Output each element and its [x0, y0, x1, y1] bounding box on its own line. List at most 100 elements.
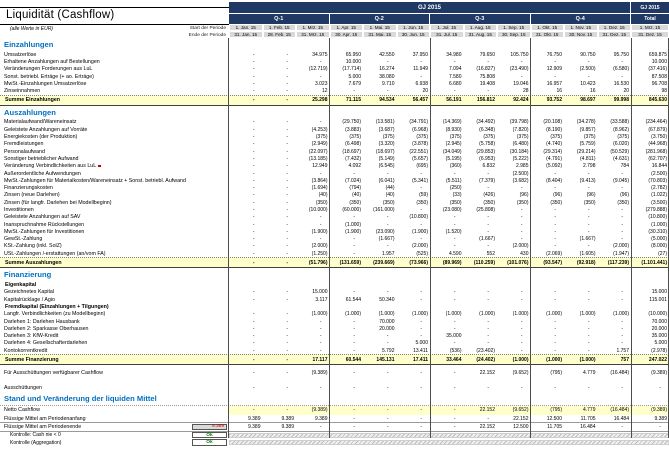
- value-cell[interactable]: (1.000): [497, 311, 531, 317]
- value-cell[interactable]: 93.752: [531, 97, 565, 103]
- value-cell[interactable]: -: [598, 424, 632, 430]
- value-cell[interactable]: -: [564, 229, 598, 235]
- value-cell[interactable]: (7.024): [330, 178, 364, 184]
- value-cell[interactable]: -: [564, 207, 598, 213]
- value-cell[interactable]: (13.185): [296, 156, 330, 162]
- value-cell[interactable]: (3.320): [363, 141, 397, 147]
- value-cell[interactable]: 90.750: [564, 52, 598, 58]
- value-cell[interactable]: (375): [598, 134, 632, 140]
- value-cell[interactable]: -: [229, 214, 263, 220]
- total-cell[interactable]: (2.500): [631, 171, 669, 177]
- row-label[interactable]: Kontokorrentkredit: [0, 348, 229, 354]
- row-label[interactable]: Zinsen (neue Darlehen): [0, 192, 229, 198]
- value-cell[interactable]: -: [598, 236, 632, 242]
- start-date-cell[interactable]: 1. Jul. 15: [430, 24, 464, 31]
- value-cell[interactable]: (9.857): [564, 127, 598, 133]
- value-cell[interactable]: -: [263, 311, 297, 317]
- value-cell[interactable]: (24.402): [464, 357, 498, 363]
- value-cell[interactable]: 12: [296, 88, 330, 94]
- value-cell[interactable]: -: [531, 348, 565, 354]
- value-cell[interactable]: -: [296, 319, 330, 325]
- row-label[interactable]: Zinsen (für langfr. Darlehen bei Modellb…: [0, 200, 229, 206]
- value-cell[interactable]: (1.000): [497, 357, 531, 363]
- total-cell[interactable]: 35.000: [631, 333, 669, 339]
- total-cell[interactable]: (10.000): [631, 311, 669, 317]
- value-cell[interactable]: -: [464, 297, 498, 303]
- value-cell[interactable]: 38.080: [363, 74, 397, 80]
- value-cell[interactable]: (101.076): [497, 260, 531, 266]
- value-cell[interactable]: -: [464, 229, 498, 235]
- value-cell[interactable]: -: [296, 385, 330, 391]
- value-cell[interactable]: (794): [330, 185, 364, 191]
- start-date-cell[interactable]: 1. Aug. 15: [464, 24, 498, 31]
- value-cell[interactable]: -: [330, 370, 364, 376]
- value-cell[interactable]: -: [229, 156, 263, 162]
- value-cell[interactable]: (795): [531, 370, 565, 376]
- value-cell[interactable]: 5.792: [363, 348, 397, 354]
- value-cell[interactable]: -: [397, 370, 431, 376]
- value-cell[interactable]: 61.544: [330, 297, 364, 303]
- value-cell[interactable]: (350): [296, 200, 330, 206]
- value-cell[interactable]: -: [296, 59, 330, 65]
- value-cell[interactable]: -: [397, 59, 431, 65]
- value-cell[interactable]: -: [598, 297, 632, 303]
- value-cell[interactable]: (6.953): [464, 156, 498, 162]
- value-cell[interactable]: -: [363, 385, 397, 391]
- value-cell[interactable]: (3.687): [363, 127, 397, 133]
- total-cell[interactable]: 16.844: [631, 163, 669, 169]
- total-cell[interactable]: (9.389): [631, 406, 669, 415]
- value-cell[interactable]: -: [430, 289, 464, 295]
- value-cell[interactable]: -: [229, 260, 263, 266]
- value-cell[interactable]: (13.581): [363, 119, 397, 125]
- value-cell[interactable]: 98.697: [564, 97, 598, 103]
- quarter-band-q-4[interactable]: Q-4: [531, 14, 632, 24]
- row-label[interactable]: Finanzierungskosten: [0, 185, 229, 191]
- value-cell[interactable]: -: [464, 171, 498, 177]
- value-cell[interactable]: 12.500: [531, 416, 565, 422]
- value-cell[interactable]: (2.945): [430, 141, 464, 147]
- total-cell[interactable]: (10.800): [631, 214, 669, 220]
- value-cell[interactable]: (40): [363, 192, 397, 198]
- value-cell[interactable]: -: [464, 59, 498, 65]
- value-cell[interactable]: -: [263, 214, 297, 220]
- value-cell[interactable]: -: [229, 149, 263, 155]
- value-cell[interactable]: (350): [397, 200, 431, 206]
- value-cell[interactable]: -: [397, 289, 431, 295]
- value-cell[interactable]: -: [229, 333, 263, 339]
- value-cell[interactable]: -: [330, 88, 364, 94]
- value-cell[interactable]: -: [263, 88, 297, 94]
- value-cell[interactable]: -: [464, 222, 498, 228]
- quarter-band-q-2[interactable]: Q-2: [330, 14, 431, 24]
- value-cell[interactable]: 19.408: [464, 81, 498, 87]
- value-cell[interactable]: (12.719): [296, 66, 330, 72]
- value-cell[interactable]: 65.950: [330, 52, 364, 58]
- value-cell[interactable]: (23.490): [497, 66, 531, 72]
- row-label[interactable]: Langfr. Verbindlichkeiten (zu Modellbegi…: [0, 311, 229, 317]
- value-cell[interactable]: (375): [363, 134, 397, 140]
- value-cell[interactable]: -: [229, 207, 263, 213]
- start-date-cell[interactable]: 1. Sep. 15: [497, 24, 531, 31]
- value-cell[interactable]: 7.580: [430, 74, 464, 80]
- total-cell[interactable]: 15.000: [631, 289, 669, 295]
- end-date-cell[interactable]: 31. Mai. 15: [363, 31, 397, 38]
- value-cell[interactable]: -: [229, 178, 263, 184]
- row-label[interactable]: Zinseinnahmen: [0, 88, 229, 94]
- value-cell[interactable]: -: [296, 340, 330, 346]
- row-label[interactable]: Ausschüttungen: [0, 385, 229, 391]
- value-cell[interactable]: -: [397, 222, 431, 228]
- value-cell[interactable]: -: [464, 416, 498, 422]
- row-label[interactable]: Fremdleistungen: [0, 141, 229, 147]
- value-cell[interactable]: -: [598, 185, 632, 191]
- value-cell[interactable]: (1.900): [330, 229, 364, 235]
- value-cell[interactable]: (5.195): [430, 156, 464, 162]
- value-cell[interactable]: (34.791): [397, 119, 431, 125]
- value-cell[interactable]: -: [263, 207, 297, 213]
- value-cell[interactable]: -: [363, 406, 397, 415]
- value-cell[interactable]: (6.020): [598, 141, 632, 147]
- value-cell[interactable]: -: [531, 333, 565, 339]
- value-cell[interactable]: -: [330, 236, 364, 242]
- value-cell[interactable]: -: [296, 348, 330, 354]
- row-label[interactable]: Energiekosten (der Produktion): [0, 134, 229, 140]
- total-cell[interactable]: 20.000: [631, 326, 669, 332]
- value-cell[interactable]: -: [430, 416, 464, 422]
